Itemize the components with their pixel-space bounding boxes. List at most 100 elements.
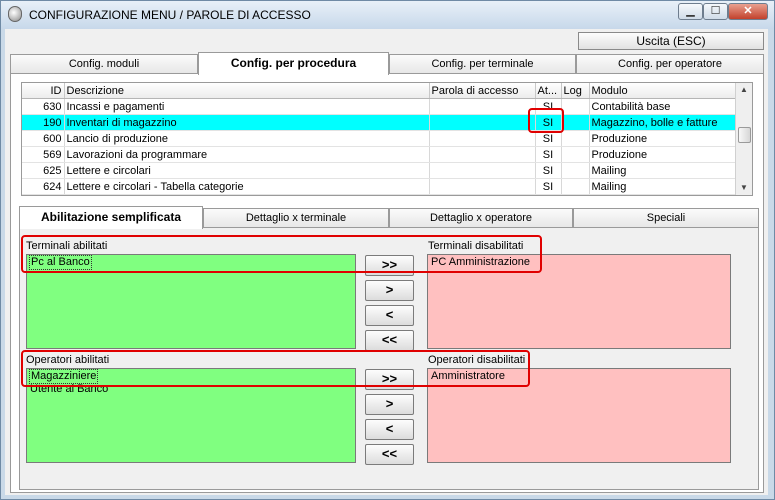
cell-attivo[interactable]: SI bbox=[535, 146, 562, 163]
window-title: CONFIGURAZIONE MENU / PAROLE DI ACCESSO bbox=[29, 8, 311, 22]
cell-log[interactable] bbox=[561, 114, 590, 131]
tab-dettaglio-terminale[interactable]: Dettaglio x terminale bbox=[203, 208, 389, 228]
scroll-down-icon[interactable]: ▼ bbox=[736, 181, 752, 195]
cell-modulo: Magazzino, bolle e fatture bbox=[589, 114, 737, 131]
abilitazione-panel: Terminali abilitati Terminali disabilita… bbox=[19, 227, 759, 490]
sub-tabs: Abilitazione semplificata Dettaglio x te… bbox=[19, 206, 759, 229]
operatori-disabilitati-list[interactable]: Amministratore bbox=[427, 368, 731, 463]
col-attivo[interactable]: At... bbox=[535, 83, 562, 99]
col-id[interactable]: ID bbox=[22, 83, 65, 99]
table-row[interactable]: 569 Lavorazioni da programmare SI Produz… bbox=[22, 146, 737, 163]
cell-descrizione: Lavorazioni da programmare bbox=[64, 146, 430, 163]
maximize-icon: ☐ bbox=[710, 5, 721, 17]
operatori-abilitati-list[interactable]: Magazziniere Utente al Banco bbox=[26, 368, 356, 463]
config-window: CONFIGURAZIONE MENU / PAROLE DI ACCESSO … bbox=[0, 0, 775, 500]
title-bar[interactable]: CONFIGURAZIONE MENU / PAROLE DI ACCESSO … bbox=[1, 1, 774, 29]
tab-abilitazione-semplificata[interactable]: Abilitazione semplificata bbox=[19, 206, 203, 229]
cell-id: 190 bbox=[22, 114, 65, 131]
col-modulo[interactable]: Modulo bbox=[589, 83, 737, 99]
grid-header: ID Descrizione Parola di accesso At... L… bbox=[22, 83, 737, 99]
move-all-right-button[interactable]: >> bbox=[365, 255, 414, 276]
cell-log[interactable] bbox=[561, 98, 590, 115]
list-item[interactable]: Pc al Banco bbox=[29, 255, 92, 270]
list-item[interactable]: Magazziniere bbox=[29, 369, 99, 384]
operatori-disabilitati-label: Operatori disabilitati bbox=[428, 354, 526, 366]
move-all-left-button[interactable]: << bbox=[365, 330, 414, 351]
cell-attivo[interactable]: SI bbox=[535, 178, 562, 195]
procedure-grid[interactable]: ID Descrizione Parola di accesso At... L… bbox=[21, 82, 753, 196]
tab-config-moduli[interactable]: Config. moduli bbox=[10, 54, 198, 74]
cell-log[interactable] bbox=[561, 146, 590, 163]
cell-id: 625 bbox=[22, 162, 65, 179]
list-item[interactable]: PC Amministrazione bbox=[431, 256, 727, 269]
move-all-right-button[interactable]: >> bbox=[365, 369, 414, 390]
app-icon[interactable] bbox=[8, 6, 22, 22]
cell-attivo[interactable]: SI bbox=[535, 114, 562, 131]
cell-id: 630 bbox=[22, 98, 65, 115]
cell-descrizione: Lettere e circolari bbox=[64, 162, 430, 179]
move-left-button[interactable]: < bbox=[365, 419, 414, 440]
cell-id: 600 bbox=[22, 130, 65, 147]
tab-dettaglio-operatore[interactable]: Dettaglio x operatore bbox=[389, 208, 573, 228]
minimize-icon: ▁ bbox=[686, 5, 695, 17]
tab-config-per-terminale[interactable]: Config. per terminale bbox=[389, 54, 576, 74]
tab-config-per-procedura[interactable]: Config. per procedura bbox=[198, 52, 389, 75]
cell-log[interactable] bbox=[561, 178, 590, 195]
col-parola-di-accesso[interactable]: Parola di accesso bbox=[429, 83, 536, 99]
col-descrizione[interactable]: Descrizione bbox=[64, 83, 430, 99]
move-right-button[interactable]: > bbox=[365, 394, 414, 415]
terminali-disabilitati-label: Terminali disabilitati bbox=[428, 240, 524, 252]
procedure-table: ID Descrizione Parola di accesso At... L… bbox=[22, 83, 737, 195]
main-tabs: Config. moduli Config. per procedura Con… bbox=[10, 52, 764, 75]
cell-parola[interactable] bbox=[429, 146, 536, 163]
cell-descrizione: Incassi e pagamenti bbox=[64, 98, 430, 115]
terminali-abilitati-label: Terminali abilitati bbox=[26, 240, 108, 252]
table-row[interactable]: 630 Incassi e pagamenti SI Contabilità b… bbox=[22, 98, 737, 115]
terminali-disabilitati-list[interactable]: PC Amministrazione bbox=[427, 254, 731, 349]
cell-modulo: Mailing bbox=[589, 162, 737, 179]
cell-attivo[interactable]: SI bbox=[535, 98, 562, 115]
terminali-abilitati-list[interactable]: Pc al Banco bbox=[26, 254, 356, 349]
close-icon: ✕ bbox=[743, 5, 753, 17]
cell-parola[interactable] bbox=[429, 98, 536, 115]
client-area: Uscita (ESC) Config. moduli Config. per … bbox=[5, 29, 768, 495]
move-left-button[interactable]: < bbox=[365, 305, 414, 326]
cell-parola[interactable] bbox=[429, 162, 536, 179]
cell-descrizione: Inventari di magazzino bbox=[64, 114, 430, 131]
move-right-button[interactable]: > bbox=[365, 280, 414, 301]
cell-attivo[interactable]: SI bbox=[535, 130, 562, 147]
cell-modulo: Produzione bbox=[589, 146, 737, 163]
exit-button[interactable]: Uscita (ESC) bbox=[578, 32, 764, 50]
table-row[interactable]: 624 Lettere e circolari - Tabella catego… bbox=[22, 178, 737, 195]
minimize-button[interactable]: ▁ bbox=[678, 3, 703, 20]
list-item[interactable]: Amministratore bbox=[431, 370, 727, 383]
col-log[interactable]: Log bbox=[561, 83, 590, 99]
maximize-button[interactable]: ☐ bbox=[703, 3, 728, 20]
move-all-left-button[interactable]: << bbox=[365, 444, 414, 465]
cell-log[interactable] bbox=[561, 130, 590, 147]
cell-modulo: Produzione bbox=[589, 130, 737, 147]
procedure-panel: ID Descrizione Parola di accesso At... L… bbox=[10, 73, 764, 493]
scroll-thumb[interactable] bbox=[738, 127, 751, 143]
tab-config-per-operatore[interactable]: Config. per operatore bbox=[576, 54, 764, 74]
scroll-up-icon[interactable]: ▲ bbox=[736, 83, 752, 97]
operatori-abilitati-label: Operatori abilitati bbox=[26, 354, 110, 366]
cell-parola[interactable] bbox=[429, 114, 536, 131]
list-item[interactable]: Utente al Banco bbox=[30, 383, 352, 396]
cell-modulo: Mailing bbox=[589, 178, 737, 195]
cell-attivo[interactable]: SI bbox=[535, 162, 562, 179]
close-button[interactable]: ✕ bbox=[728, 3, 768, 20]
cell-parola[interactable] bbox=[429, 178, 536, 195]
cell-modulo: Contabilità base bbox=[589, 98, 737, 115]
tab-speciali[interactable]: Speciali bbox=[573, 208, 759, 228]
cell-id: 569 bbox=[22, 146, 65, 163]
cell-parola[interactable] bbox=[429, 130, 536, 147]
grid-scrollbar[interactable]: ▲ ▼ bbox=[735, 83, 752, 195]
cell-descrizione: Lettere e circolari - Tabella categorie bbox=[64, 178, 430, 195]
table-row[interactable]: 625 Lettere e circolari SI Mailing bbox=[22, 162, 737, 179]
cell-descrizione: Lancio di produzione bbox=[64, 130, 430, 147]
table-row-selected[interactable]: 190 Inventari di magazzino SI Magazzino,… bbox=[22, 114, 737, 131]
cell-id: 624 bbox=[22, 178, 65, 195]
cell-log[interactable] bbox=[561, 162, 590, 179]
table-row[interactable]: 600 Lancio di produzione SI Produzione bbox=[22, 130, 737, 147]
